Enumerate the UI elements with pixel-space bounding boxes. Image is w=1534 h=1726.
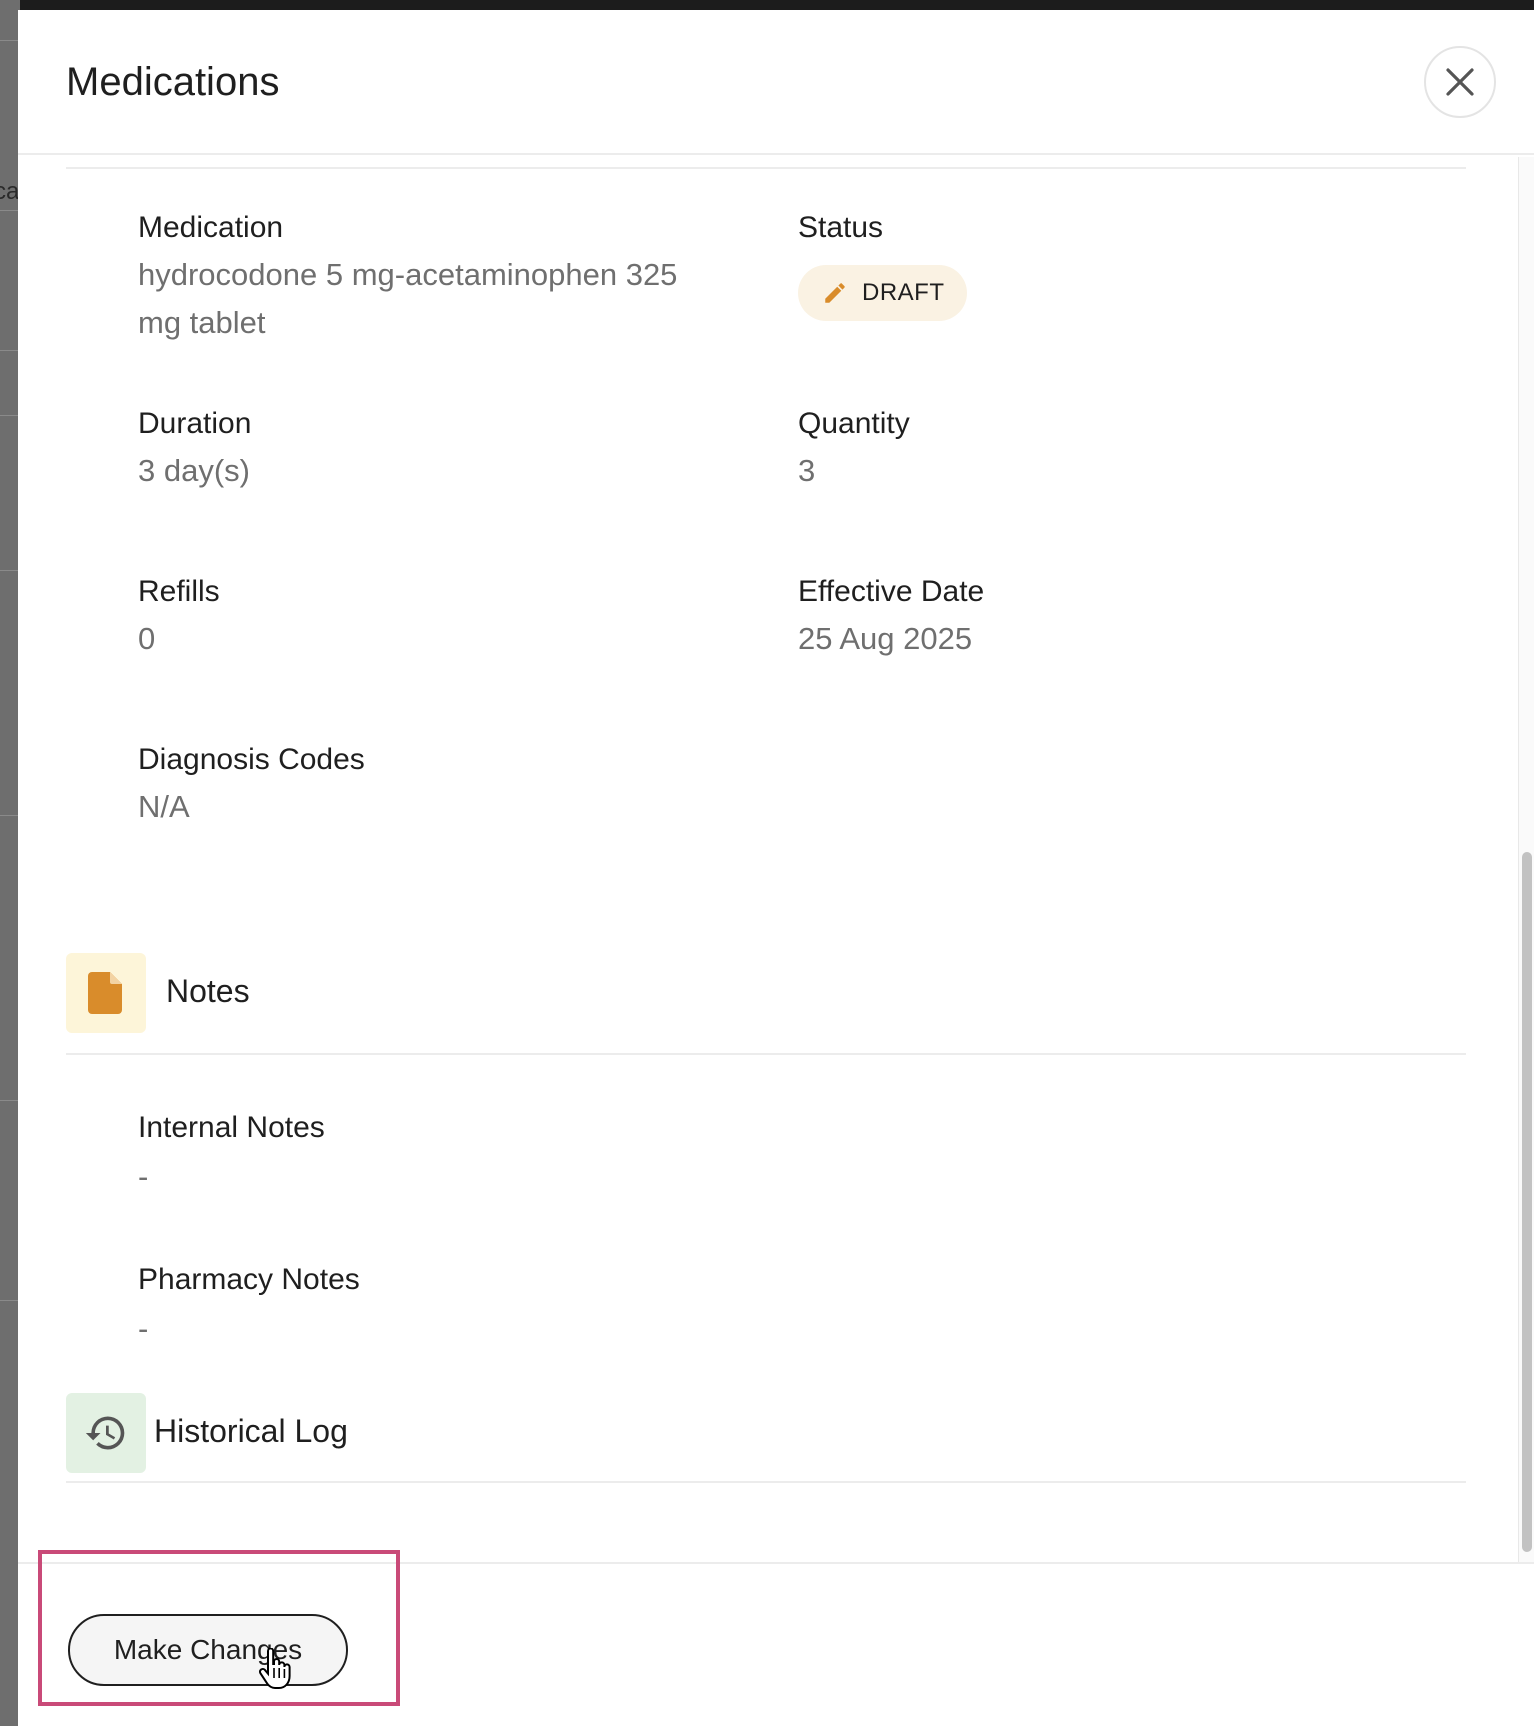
background-divider xyxy=(0,1100,20,1101)
background-divider xyxy=(0,210,20,211)
notes-section-title: Notes xyxy=(166,973,250,1009)
medication-value-line1: hydrocodone 5 mg-acetaminophen 325 xyxy=(138,257,678,292)
historical-log-title: Historical Log xyxy=(154,1413,348,1449)
status-badge: DRAFT xyxy=(798,265,967,321)
effective-date-value: 25 Aug 2025 xyxy=(798,621,973,656)
document-icon xyxy=(88,972,122,1014)
background-divider xyxy=(0,1300,20,1301)
close-icon xyxy=(1446,68,1474,96)
duration-label: Duration xyxy=(138,407,252,440)
refills-value: 0 xyxy=(138,621,156,656)
medications-drawer: Medications Medication hydrocodone 5 mg-… xyxy=(18,10,1534,1726)
historical-log-section-header[interactable]: Historical Log xyxy=(66,1393,1466,1483)
diagnosis-codes-value: N/A xyxy=(138,789,190,824)
status-badge-text: DRAFT xyxy=(862,279,945,306)
background-partial-text: ca xyxy=(0,178,20,205)
background-divider xyxy=(0,815,20,816)
diagnosis-codes-label: Diagnosis Codes xyxy=(138,743,365,776)
effective-date-label: Effective Date xyxy=(798,575,985,608)
medication-value-line2: mg tablet xyxy=(138,305,266,340)
background-divider xyxy=(0,350,20,351)
divider xyxy=(66,167,1466,169)
background-divider xyxy=(0,415,20,416)
pharmacy-notes-label: Pharmacy Notes xyxy=(138,1263,360,1296)
scrollbar-thumb[interactable] xyxy=(1522,852,1532,1552)
close-button[interactable] xyxy=(1424,46,1496,118)
status-label: Status xyxy=(798,211,884,244)
divider xyxy=(66,1053,1466,1055)
duration-value: 3 day(s) xyxy=(138,453,250,488)
notes-icon-box xyxy=(66,953,146,1033)
pharmacy-notes-value: - xyxy=(138,1311,149,1346)
pencil-icon xyxy=(825,283,845,303)
background-divider xyxy=(0,570,20,571)
internal-notes-value: - xyxy=(138,1159,149,1194)
background-app: ca xyxy=(0,0,20,1726)
notes-section-header: Notes xyxy=(66,953,1466,1055)
drawer-header: Medications xyxy=(18,10,1534,155)
make-changes-button[interactable]: Make Changes xyxy=(68,1614,348,1686)
divider xyxy=(66,1481,1466,1483)
quantity-label: Quantity xyxy=(798,407,910,440)
background-divider xyxy=(0,40,20,41)
drawer-title: Medications xyxy=(66,60,280,104)
drawer-scroll-content[interactable]: Medication hydrocodone 5 mg-acetaminophe… xyxy=(18,157,1518,1562)
medication-label: Medication xyxy=(138,211,284,244)
history-icon xyxy=(85,1416,125,1450)
refills-label: Refills xyxy=(138,575,220,608)
quantity-value: 3 xyxy=(798,453,816,488)
drawer-footer: Make Changes xyxy=(18,1562,1534,1726)
app-top-bar xyxy=(0,0,1534,10)
history-icon-box xyxy=(66,1393,146,1473)
internal-notes-label: Internal Notes xyxy=(138,1111,325,1144)
